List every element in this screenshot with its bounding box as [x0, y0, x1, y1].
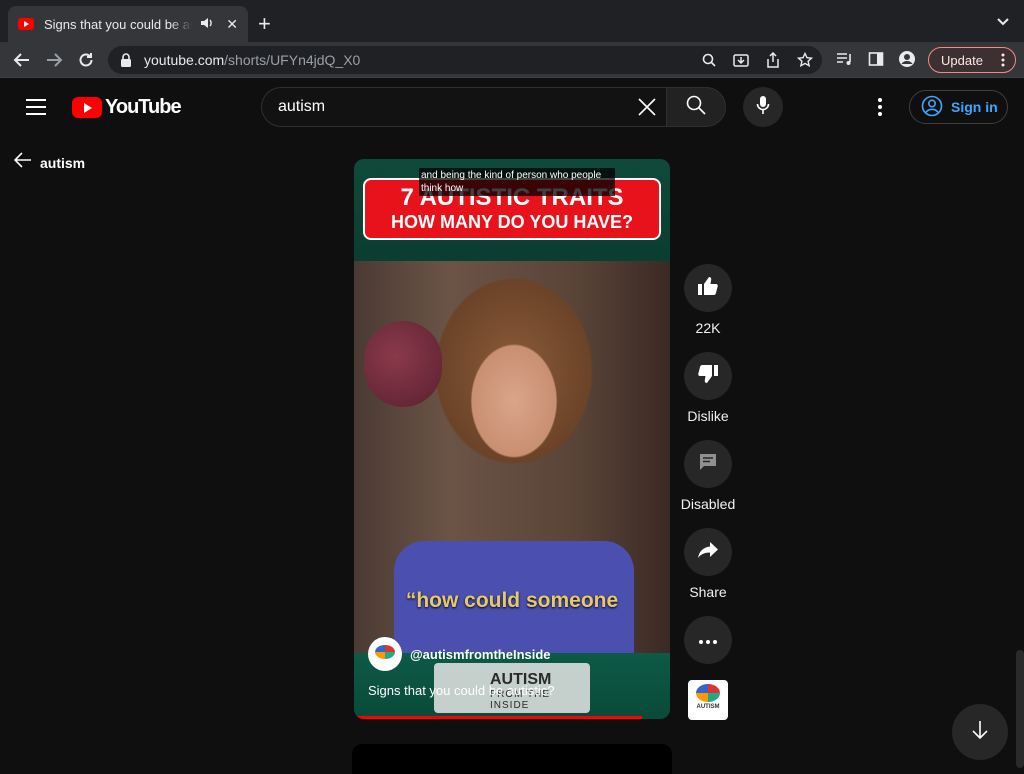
reload-icon[interactable] — [76, 50, 96, 70]
profile-icon[interactable] — [898, 50, 916, 73]
banner-line-2: HOW MANY DO YOU HAVE? — [390, 212, 633, 232]
comments-label: Disabled — [680, 496, 736, 512]
chrome-menu-icon[interactable] — [1001, 53, 1005, 70]
browser-toolbar: youtube.com/shorts/UFYn4jdQ_X0 Update — [0, 42, 1024, 78]
short-video-player[interactable]: 7 AUTISTIC TRAITS HOW MANY DO YOU HAVE? … — [354, 159, 670, 719]
browser-tab-strip: Signs that you could be autistic? ✕ + — [0, 0, 1024, 42]
video-hand-shape — [364, 321, 442, 407]
next-short-preview[interactable] — [352, 744, 672, 774]
comment-icon — [698, 452, 718, 477]
page-scrollbar[interactable] — [1016, 650, 1024, 768]
back-arrow-icon — [13, 151, 32, 174]
back-to-search-link[interactable]: autism — [13, 151, 86, 174]
back-label: autism — [40, 154, 86, 171]
channel-handle[interactable]: @autismfromtheInside — [410, 647, 551, 662]
comments-button: Disabled — [681, 440, 735, 512]
search-icon — [686, 95, 706, 120]
url-text: youtube.com/shorts/UFYn4jdQ_X0 — [144, 52, 361, 68]
account-circle-icon — [921, 95, 943, 120]
arrow-down-icon — [971, 720, 989, 745]
comments-circle — [684, 440, 732, 488]
search-button[interactable] — [666, 87, 726, 127]
browser-tab[interactable]: Signs that you could be autistic? ✕ — [8, 6, 248, 42]
video-subtitle: “how could someone — [405, 589, 619, 612]
more-actions-circle[interactable] — [684, 616, 732, 664]
dislike-circle[interactable] — [684, 352, 732, 400]
video-progress-bar[interactable] — [354, 716, 642, 719]
microphone-icon — [756, 95, 770, 120]
youtube-logo[interactable]: YouTube — [72, 96, 182, 119]
settings-more-icon[interactable] — [870, 97, 890, 117]
update-label: Update — [941, 52, 983, 68]
new-tab-button[interactable]: + — [258, 10, 271, 38]
media-control-icon[interactable] — [836, 51, 854, 72]
tab-search-chevron-icon[interactable] — [996, 14, 1010, 32]
speaker-icon[interactable] — [200, 17, 214, 32]
install-app-icon[interactable] — [732, 51, 750, 69]
channel-row[interactable]: @autismfromtheInside — [368, 637, 551, 671]
youtube-play-logo-icon — [72, 97, 102, 118]
side-panel-icon[interactable] — [868, 51, 884, 72]
tab-title: Signs that you could be autistic? — [44, 16, 192, 32]
voice-search-button[interactable] — [743, 87, 783, 127]
channel-thumb-text: AUTISM — [696, 704, 720, 710]
thumbs-down-icon — [697, 364, 719, 389]
sign-in-button[interactable]: Sign in — [909, 90, 1008, 124]
youtube-favicon-icon — [18, 18, 34, 30]
youtube-header: YouTube autism Sign in — [0, 79, 1024, 135]
dislike-button[interactable]: Dislike — [684, 352, 732, 424]
logo-text: YouTube — [105, 96, 182, 118]
bookmark-star-icon[interactable] — [796, 51, 814, 69]
like-circle[interactable] — [684, 264, 732, 312]
sign-in-label: Sign in — [951, 99, 998, 115]
more-horizontal-icon — [699, 631, 717, 649]
share-circle[interactable] — [684, 528, 732, 576]
dislike-label: Dislike — [687, 408, 729, 424]
lock-icon[interactable] — [120, 53, 134, 67]
video-title: Signs that you could be autistic? — [368, 683, 555, 698]
update-button[interactable]: Update — [928, 47, 1016, 73]
zoom-search-icon[interactable] — [700, 51, 718, 69]
search-input[interactable]: autism — [261, 87, 667, 127]
like-count: 22K — [695, 320, 721, 336]
share-label: Share — [689, 584, 727, 600]
channel-thumbnail[interactable]: AUTISM — [688, 680, 728, 720]
channel-avatar[interactable] — [368, 637, 402, 671]
tab-close-icon[interactable]: ✕ — [226, 16, 238, 33]
menu-icon[interactable] — [26, 99, 46, 115]
share-button[interactable]: Share — [684, 528, 732, 600]
thumbs-up-icon — [697, 276, 719, 301]
video-caption: and being the kind of person who people … — [419, 168, 615, 196]
forward-arrow-icon[interactable] — [44, 50, 64, 70]
like-button[interactable]: 22K — [684, 264, 732, 336]
clear-search-icon[interactable] — [637, 97, 657, 117]
back-arrow-icon[interactable] — [12, 50, 32, 70]
share-arrow-icon — [697, 541, 719, 564]
share-page-icon[interactable] — [764, 51, 782, 69]
address-bar[interactable]: youtube.com/shorts/UFYn4jdQ_X0 — [108, 46, 822, 74]
more-actions-button[interactable] — [684, 616, 732, 664]
next-video-button[interactable] — [952, 704, 1008, 760]
search-value: autism — [278, 98, 326, 115]
